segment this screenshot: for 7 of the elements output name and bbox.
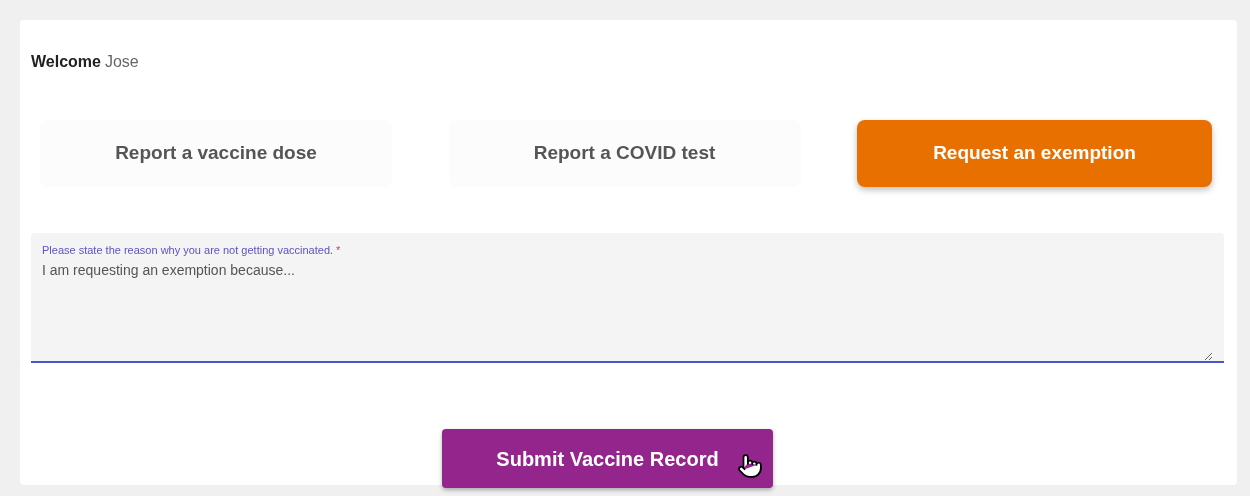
reason-textarea[interactable]: Please state the reason why you are not getting vaccinated. * I am requesting an exemption because... <box>31 233 1224 363</box>
user-name: Jose <box>104 54 139 70</box>
pointer-cursor-icon <box>737 451 763 481</box>
welcome-label: Welcome <box>31 54 101 70</box>
field-label: Please state the reason why you are not getting vaccinated. <box>42 244 334 256</box>
submit-button[interactable]: Submit Vaccine Record <box>442 429 773 488</box>
required-mark: * <box>336 244 341 256</box>
